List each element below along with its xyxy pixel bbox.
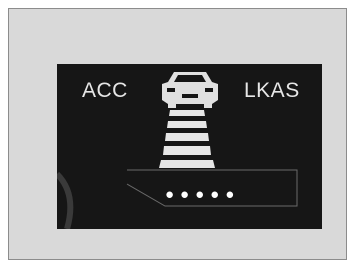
lane-bars-icon xyxy=(159,110,215,168)
instrument-display: ACC LKAS ●●●●● xyxy=(57,64,322,229)
lkas-label: LKAS xyxy=(244,79,300,102)
acc-label: ACC xyxy=(82,79,128,102)
meter-arc xyxy=(57,171,74,229)
distance-dots: ●●●●● xyxy=(165,186,241,203)
vehicle-ahead-icon xyxy=(162,72,218,108)
illustration-frame: ACC LKAS ●●●●● xyxy=(8,8,347,260)
